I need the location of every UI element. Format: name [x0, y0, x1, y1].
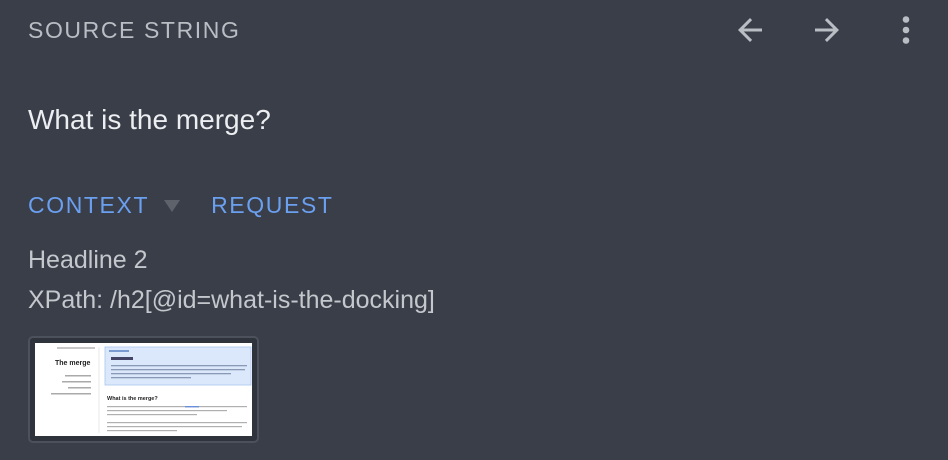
arrow-left-icon	[738, 18, 762, 42]
source-string-text: What is the merge?	[28, 104, 271, 135]
thumb-page-heading: The merge	[55, 360, 91, 367]
screenshot-preview-image: The merge What is the merge?	[51, 346, 252, 433]
thumb-section-heading: What is the merge?	[107, 396, 158, 402]
arrow-right-icon	[815, 18, 839, 42]
context-tabs: CONTEXT REQUEST	[28, 190, 333, 220]
tab-request[interactable]: REQUEST	[211, 190, 333, 220]
more-vert-icon	[902, 16, 910, 44]
context-screenshot-thumbnail[interactable]: The merge What is the merge?	[28, 336, 259, 443]
next-string-button[interactable]	[805, 10, 849, 50]
screenshot-preview: The merge What is the merge?	[35, 343, 252, 436]
dropdown-triangle-icon	[164, 200, 181, 212]
context-element-type: Headline 2	[28, 246, 148, 274]
panel-title: SOURCE STRING	[28, 17, 241, 43]
tab-request-label: REQUEST	[211, 192, 334, 218]
tab-context[interactable]: CONTEXT	[28, 190, 181, 220]
source-string-panel: SOURCE STRING What is the merge? CONTEXT…	[0, 0, 948, 460]
tab-context-label: CONTEXT	[28, 192, 150, 218]
more-options-button[interactable]	[884, 10, 928, 50]
previous-string-button[interactable]	[728, 10, 772, 50]
context-xpath: XPath: /h2[@id=what-is-the-docking]	[28, 286, 435, 314]
